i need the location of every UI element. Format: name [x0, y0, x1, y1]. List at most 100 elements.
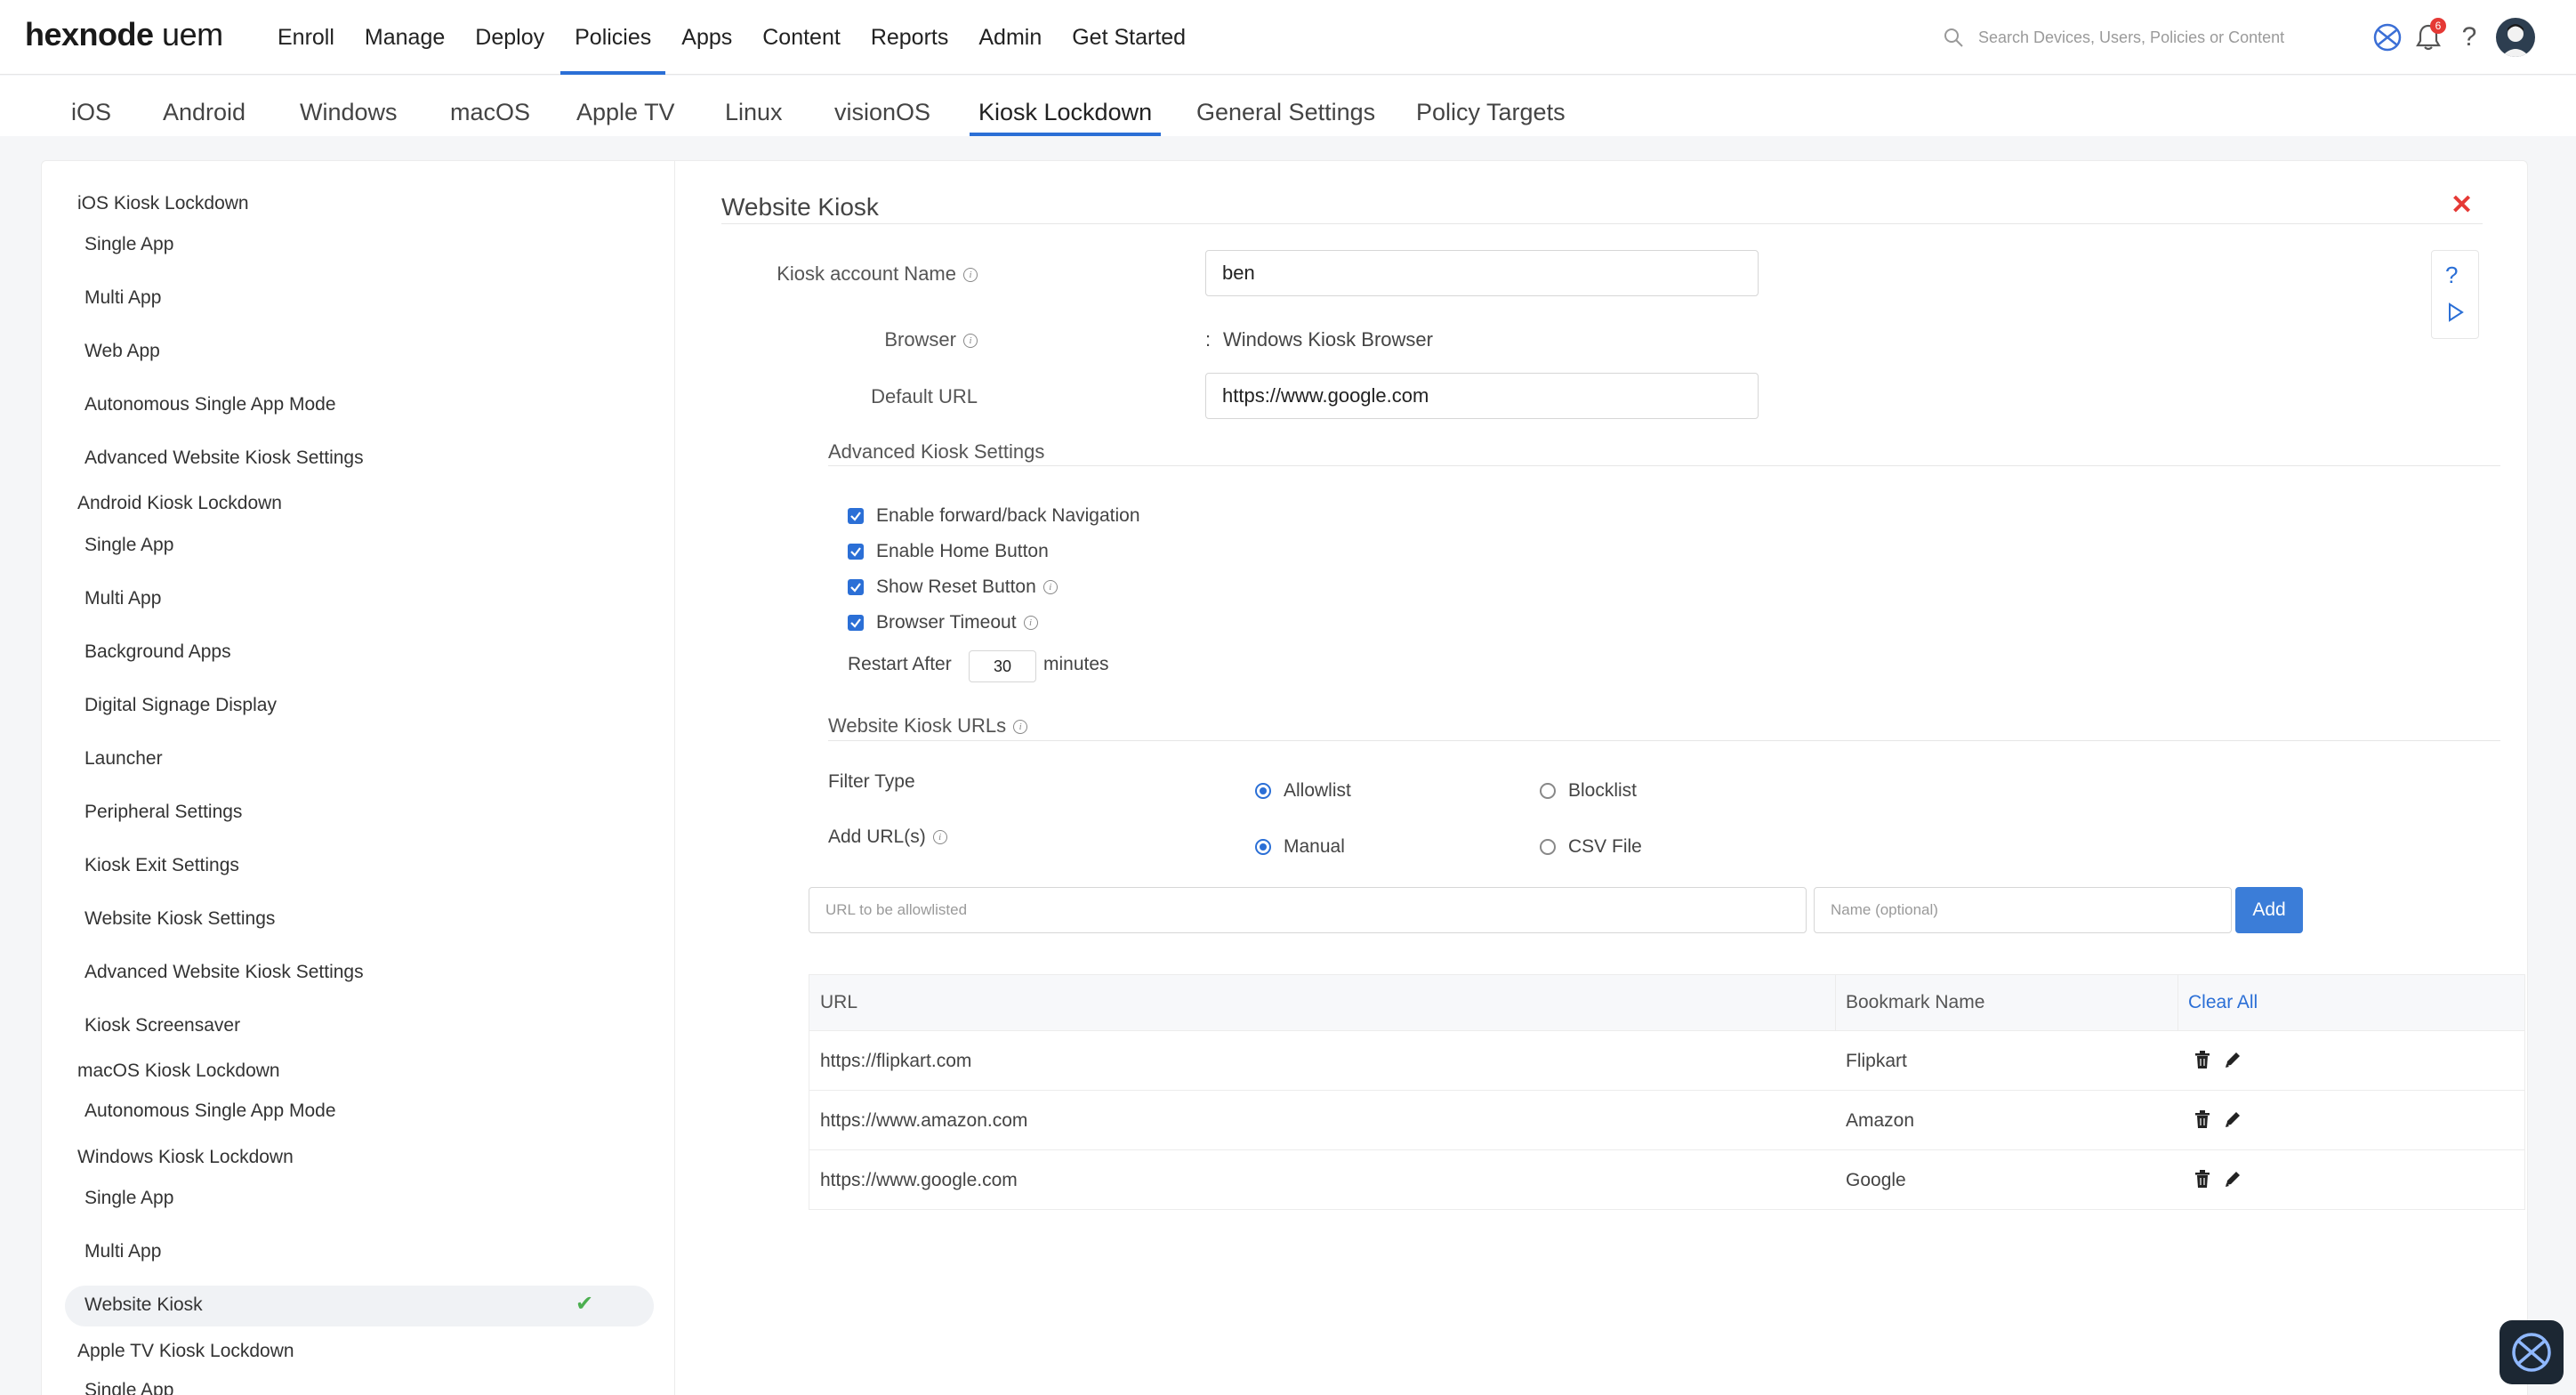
tab-windows[interactable]: Windows: [300, 76, 398, 136]
sidebar-item-android-multi-app[interactable]: Multi App: [85, 588, 161, 609]
kiosk-account-name-input[interactable]: ben: [1205, 250, 1759, 296]
website-kiosk-urls-title: Website Kiosk URLs i: [828, 714, 1028, 738]
info-icon[interactable]: i: [963, 334, 978, 349]
browser-label: Browser i: [764, 328, 978, 351]
sidebar-group-macos[interactable]: macOS Kiosk Lockdown: [77, 1060, 280, 1082]
sidebar-item-macos-autonomous[interactable]: Autonomous Single App Mode: [85, 1101, 336, 1122]
nav-enroll[interactable]: Enroll: [263, 0, 349, 75]
sidebar-item-windows-multi-app[interactable]: Multi App: [85, 1241, 161, 1262]
add-url-button[interactable]: Add: [2235, 887, 2303, 933]
checkbox-checked-icon: [848, 508, 864, 524]
nav-apps[interactable]: Apps: [667, 0, 746, 75]
sidebar-item-android-single-app[interactable]: Single App: [85, 535, 173, 556]
sidebar-item-ios-web-app[interactable]: Web App: [85, 341, 160, 362]
nav-policies[interactable]: Policies: [560, 0, 666, 75]
tab-macos[interactable]: macOS: [450, 76, 530, 136]
browser-separator: :: [1205, 328, 1212, 351]
nav-deploy[interactable]: Deploy: [461, 0, 559, 75]
sidebar-item-ios-multi-app[interactable]: Multi App: [85, 287, 161, 309]
chat-assistant-button[interactable]: [2500, 1320, 2564, 1384]
tab-android[interactable]: Android: [163, 76, 246, 136]
top-bar: hexnode uem Enroll Manage Deploy Policie…: [0, 0, 2576, 75]
trash-icon[interactable]: [2193, 1168, 2212, 1189]
checkbox-label: Enable Home Button: [876, 541, 1049, 561]
edit-pencil-icon[interactable]: [2223, 1049, 2242, 1070]
sidebar-item-android-website-kiosk[interactable]: Website Kiosk Settings: [85, 908, 275, 930]
close-icon[interactable]: ✕: [2451, 189, 2473, 221]
checkbox-home-button[interactable]: Enable Home Button: [848, 541, 1049, 562]
checkbox-browser-timeout[interactable]: Browser Timeout i: [848, 612, 1038, 633]
help-question-icon[interactable]: ?: [2445, 262, 2458, 289]
radio-selected-icon: [1255, 783, 1271, 799]
sidebar-item-ios-autonomous[interactable]: Autonomous Single App Mode: [85, 394, 336, 415]
sidebar-item-android-peripheral[interactable]: Peripheral Settings: [85, 802, 242, 823]
radio-csv-file[interactable]: CSV File: [1540, 836, 1642, 858]
tab-kiosk-lockdown[interactable]: Kiosk Lockdown: [969, 76, 1162, 136]
default-url-input[interactable]: https://www.google.com: [1205, 373, 1759, 419]
avatar[interactable]: [2496, 18, 2535, 57]
notification-bell-icon[interactable]: 6: [2411, 18, 2446, 55]
url-input[interactable]: URL to be allowlisted: [809, 887, 1807, 933]
row-actions: [2193, 1168, 2242, 1189]
sidebar-group-android[interactable]: Android Kiosk Lockdown: [77, 493, 282, 514]
tab-apple-tv[interactable]: Apple TV: [576, 76, 675, 136]
info-icon[interactable]: i: [1013, 720, 1028, 735]
apps-switcher-icon[interactable]: [2370, 20, 2405, 55]
sidebar-item-android-screensaver[interactable]: Kiosk Screensaver: [85, 1015, 240, 1036]
clear-all-link[interactable]: Clear All: [2188, 975, 2258, 1030]
checkbox-reset-button[interactable]: Show Reset Button i: [848, 577, 1058, 598]
tab-policy-targets[interactable]: Policy Targets: [1416, 76, 1566, 136]
radio-allowlist[interactable]: Allowlist: [1255, 780, 1351, 802]
radio-blocklist[interactable]: Blocklist: [1540, 780, 1637, 802]
info-icon[interactable]: i: [963, 268, 978, 283]
global-search[interactable]: Search Devices, Users, Policies or Conte…: [1943, 23, 2298, 52]
sidebar-item-ios-single-app[interactable]: Single App: [85, 234, 173, 255]
column-header-url: URL: [820, 992, 858, 1012]
info-icon[interactable]: i: [1042, 580, 1058, 594]
help-icon[interactable]: ?: [2451, 20, 2487, 55]
notification-badge: 6: [2430, 18, 2446, 34]
edit-pencil-icon[interactable]: [2223, 1109, 2242, 1130]
sidebar-item-windows-single-app[interactable]: Single App: [85, 1188, 173, 1209]
radio-unselected-icon: [1540, 839, 1556, 855]
sidebar-item-android-launcher[interactable]: Launcher: [85, 748, 163, 770]
sidebar-item-ios-advanced-website[interactable]: Advanced Website Kiosk Settings: [85, 448, 364, 469]
sidebar-item-android-background-apps[interactable]: Background Apps: [85, 641, 231, 663]
sidebar-item-windows-website-kiosk[interactable]: Website Kiosk ✔: [65, 1286, 654, 1326]
radio-manual[interactable]: Manual: [1255, 836, 1345, 858]
edit-pencil-icon[interactable]: [2223, 1168, 2242, 1189]
assistant-logo-icon: [2512, 1333, 2551, 1372]
sidebar-group-ios[interactable]: iOS Kiosk Lockdown: [77, 193, 249, 214]
info-icon[interactable]: i: [932, 830, 947, 845]
tab-general-settings[interactable]: General Settings: [1196, 76, 1375, 136]
radio-label: Manual: [1284, 836, 1345, 857]
tab-ios[interactable]: iOS: [71, 76, 111, 136]
nav-manage[interactable]: Manage: [350, 0, 459, 75]
sidebar-item-android-kiosk-exit[interactable]: Kiosk Exit Settings: [85, 855, 239, 876]
nav-content[interactable]: Content: [748, 0, 855, 75]
bookmark-cell: Flipkart: [1846, 1051, 1907, 1071]
trash-icon[interactable]: [2193, 1049, 2212, 1070]
play-icon[interactable]: [2447, 302, 2465, 322]
sidebar-group-windows[interactable]: Windows Kiosk Lockdown: [77, 1147, 294, 1168]
row-actions: [2193, 1109, 2242, 1130]
trash-icon[interactable]: [2193, 1109, 2212, 1130]
column-divider: [1835, 975, 1836, 1030]
info-icon[interactable]: i: [1023, 616, 1038, 630]
tab-visionos[interactable]: visionOS: [834, 76, 930, 136]
kiosk-account-label: Kiosk account Name i: [764, 262, 978, 286]
nav-reports[interactable]: Reports: [857, 0, 963, 75]
nav-get-started[interactable]: Get Started: [1058, 0, 1200, 75]
sidebar-group-apple-tv[interactable]: Apple TV Kiosk Lockdown: [77, 1341, 294, 1362]
checkbox-forward-back-navigation[interactable]: Enable forward/back Navigation: [848, 505, 1140, 527]
bookmark-name-input[interactable]: Name (optional): [1814, 887, 2232, 933]
sidebar-item-android-advanced-website[interactable]: Advanced Website Kiosk Settings: [85, 962, 364, 983]
nav-admin[interactable]: Admin: [964, 0, 1056, 75]
content-panel: iOS Kiosk Lockdown Single App Multi App …: [41, 160, 2528, 1395]
sidebar-item-appletv-single-app[interactable]: Single App: [85, 1380, 173, 1395]
sidebar-item-android-digital-signage[interactable]: Digital Signage Display: [85, 695, 277, 716]
brand-logo[interactable]: hexnode uem: [25, 16, 223, 53]
bookmark-cell: Google: [1846, 1170, 1906, 1190]
restart-minutes-input[interactable]: 30: [969, 650, 1036, 682]
tab-linux[interactable]: Linux: [725, 76, 783, 136]
